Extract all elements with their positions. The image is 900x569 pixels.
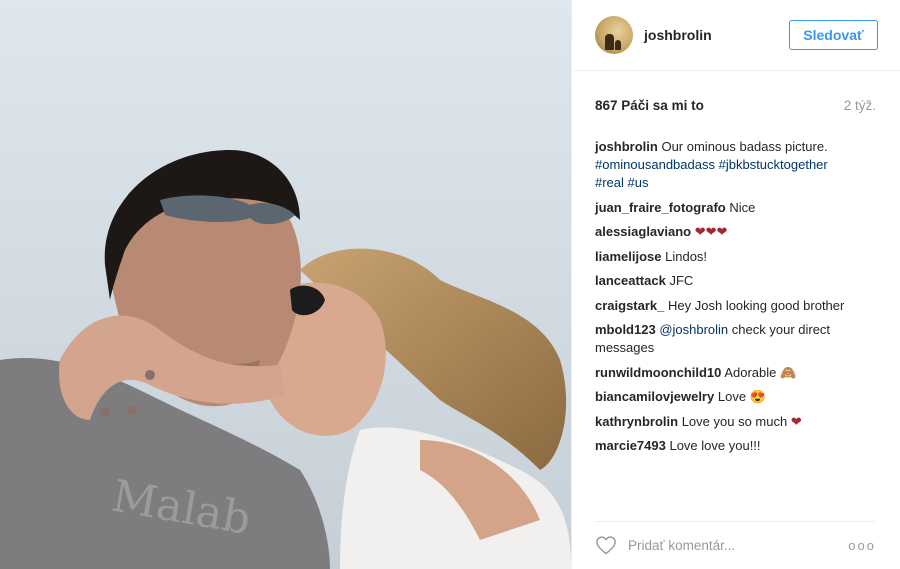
comment-text: Love love you!!! bbox=[669, 438, 761, 453]
comment-username[interactable]: craigstark_ bbox=[595, 298, 664, 313]
comments-list: joshbrolin Our ominous badass picture. #… bbox=[572, 117, 900, 462]
hashtag[interactable]: #ominousandbadass bbox=[595, 157, 715, 172]
caption-text: Our ominous badass picture. bbox=[661, 139, 828, 154]
comment-text: JFC bbox=[669, 273, 694, 288]
comment: runwildmoonchild10 Adorable 🙈 bbox=[595, 364, 878, 382]
avatar-figure-small bbox=[615, 40, 621, 50]
comment-username[interactable]: runwildmoonchild10 bbox=[595, 365, 721, 380]
post-photo[interactable]: Malab bbox=[0, 0, 571, 569]
comment-username[interactable]: marcie7493 bbox=[595, 438, 666, 453]
comment: lanceattack JFC bbox=[595, 272, 878, 290]
more-options-icon[interactable]: ooo bbox=[848, 538, 876, 553]
comment-text: Lindos! bbox=[665, 248, 708, 264]
comment-text: Love you so much bbox=[681, 413, 788, 429]
post-time[interactable]: 2 týž. bbox=[844, 98, 876, 113]
hashtag[interactable]: #real bbox=[595, 175, 624, 190]
avatar[interactable] bbox=[595, 16, 633, 54]
comment-username[interactable]: lanceattack bbox=[595, 273, 666, 288]
heart-emoji-icon: ❤ bbox=[790, 413, 802, 429]
comment: marcie7493 Love love you!!! bbox=[595, 437, 878, 455]
see-no-evil-emoji-icon: 🙈 bbox=[779, 364, 797, 380]
comment-mention[interactable]: @joshbrolin bbox=[659, 322, 728, 337]
comment: kathrynbrolin Love you so much ❤ bbox=[595, 413, 878, 431]
comment: liamelijose Lindos! bbox=[595, 248, 878, 266]
caption: joshbrolin Our ominous badass picture. #… bbox=[595, 138, 878, 192]
caption-username[interactable]: joshbrolin bbox=[595, 139, 658, 154]
hashtag[interactable]: #us bbox=[628, 175, 649, 190]
header-username[interactable]: joshbrolin bbox=[644, 27, 789, 43]
comment-text: Nice bbox=[729, 199, 756, 215]
likes-count[interactable]: 867 Páči sa mi to bbox=[595, 98, 704, 113]
comment-username[interactable]: juan_fraire_fotografo bbox=[595, 200, 726, 215]
add-comment-input[interactable] bbox=[628, 537, 849, 553]
comment: alessiaglaviano ❤❤❤ bbox=[595, 223, 878, 241]
comment: biancamilovjewelry Love 😍 bbox=[595, 388, 878, 406]
post-header: joshbrolin Sledovať bbox=[572, 0, 900, 71]
heart-eyes-emoji-icon: 😍 bbox=[749, 389, 766, 404]
comment: mbold123 @joshbrolin check your direct m… bbox=[595, 321, 878, 357]
comment-text: Hey Josh looking good brother bbox=[668, 297, 845, 313]
comment-username[interactable]: biancamilovjewelry bbox=[595, 389, 714, 404]
follow-button[interactable]: Sledovať bbox=[789, 20, 878, 50]
hashtag[interactable]: #jbkbstucktogether bbox=[719, 157, 828, 172]
comment-text: Adorable bbox=[724, 364, 777, 380]
comment-username[interactable]: alessiaglaviano bbox=[595, 224, 691, 239]
post: Malab joshbrolin Sledovať 867 Páči sa mi… bbox=[0, 0, 900, 569]
comment: juan_fraire_fotografo Nice bbox=[595, 199, 878, 217]
comment-username[interactable]: kathrynbrolin bbox=[595, 414, 678, 429]
likes-row: 867 Páči sa mi to 2 týž. bbox=[572, 71, 900, 117]
post-sidebar: joshbrolin Sledovať 867 Páči sa mi to 2 … bbox=[571, 0, 900, 569]
heart-emoji-icon: ❤❤❤ bbox=[694, 224, 728, 239]
photo-illustration: Malab bbox=[0, 0, 571, 569]
heart-outline-icon[interactable] bbox=[595, 535, 617, 555]
comment-footer: ooo bbox=[572, 521, 900, 569]
comment-username[interactable]: mbold123 bbox=[595, 322, 656, 337]
avatar-figure bbox=[605, 34, 614, 50]
comment-text: Love bbox=[717, 389, 747, 404]
comment-username[interactable]: liamelijose bbox=[595, 249, 661, 264]
comment: craigstark_ Hey Josh looking good brothe… bbox=[595, 297, 878, 315]
